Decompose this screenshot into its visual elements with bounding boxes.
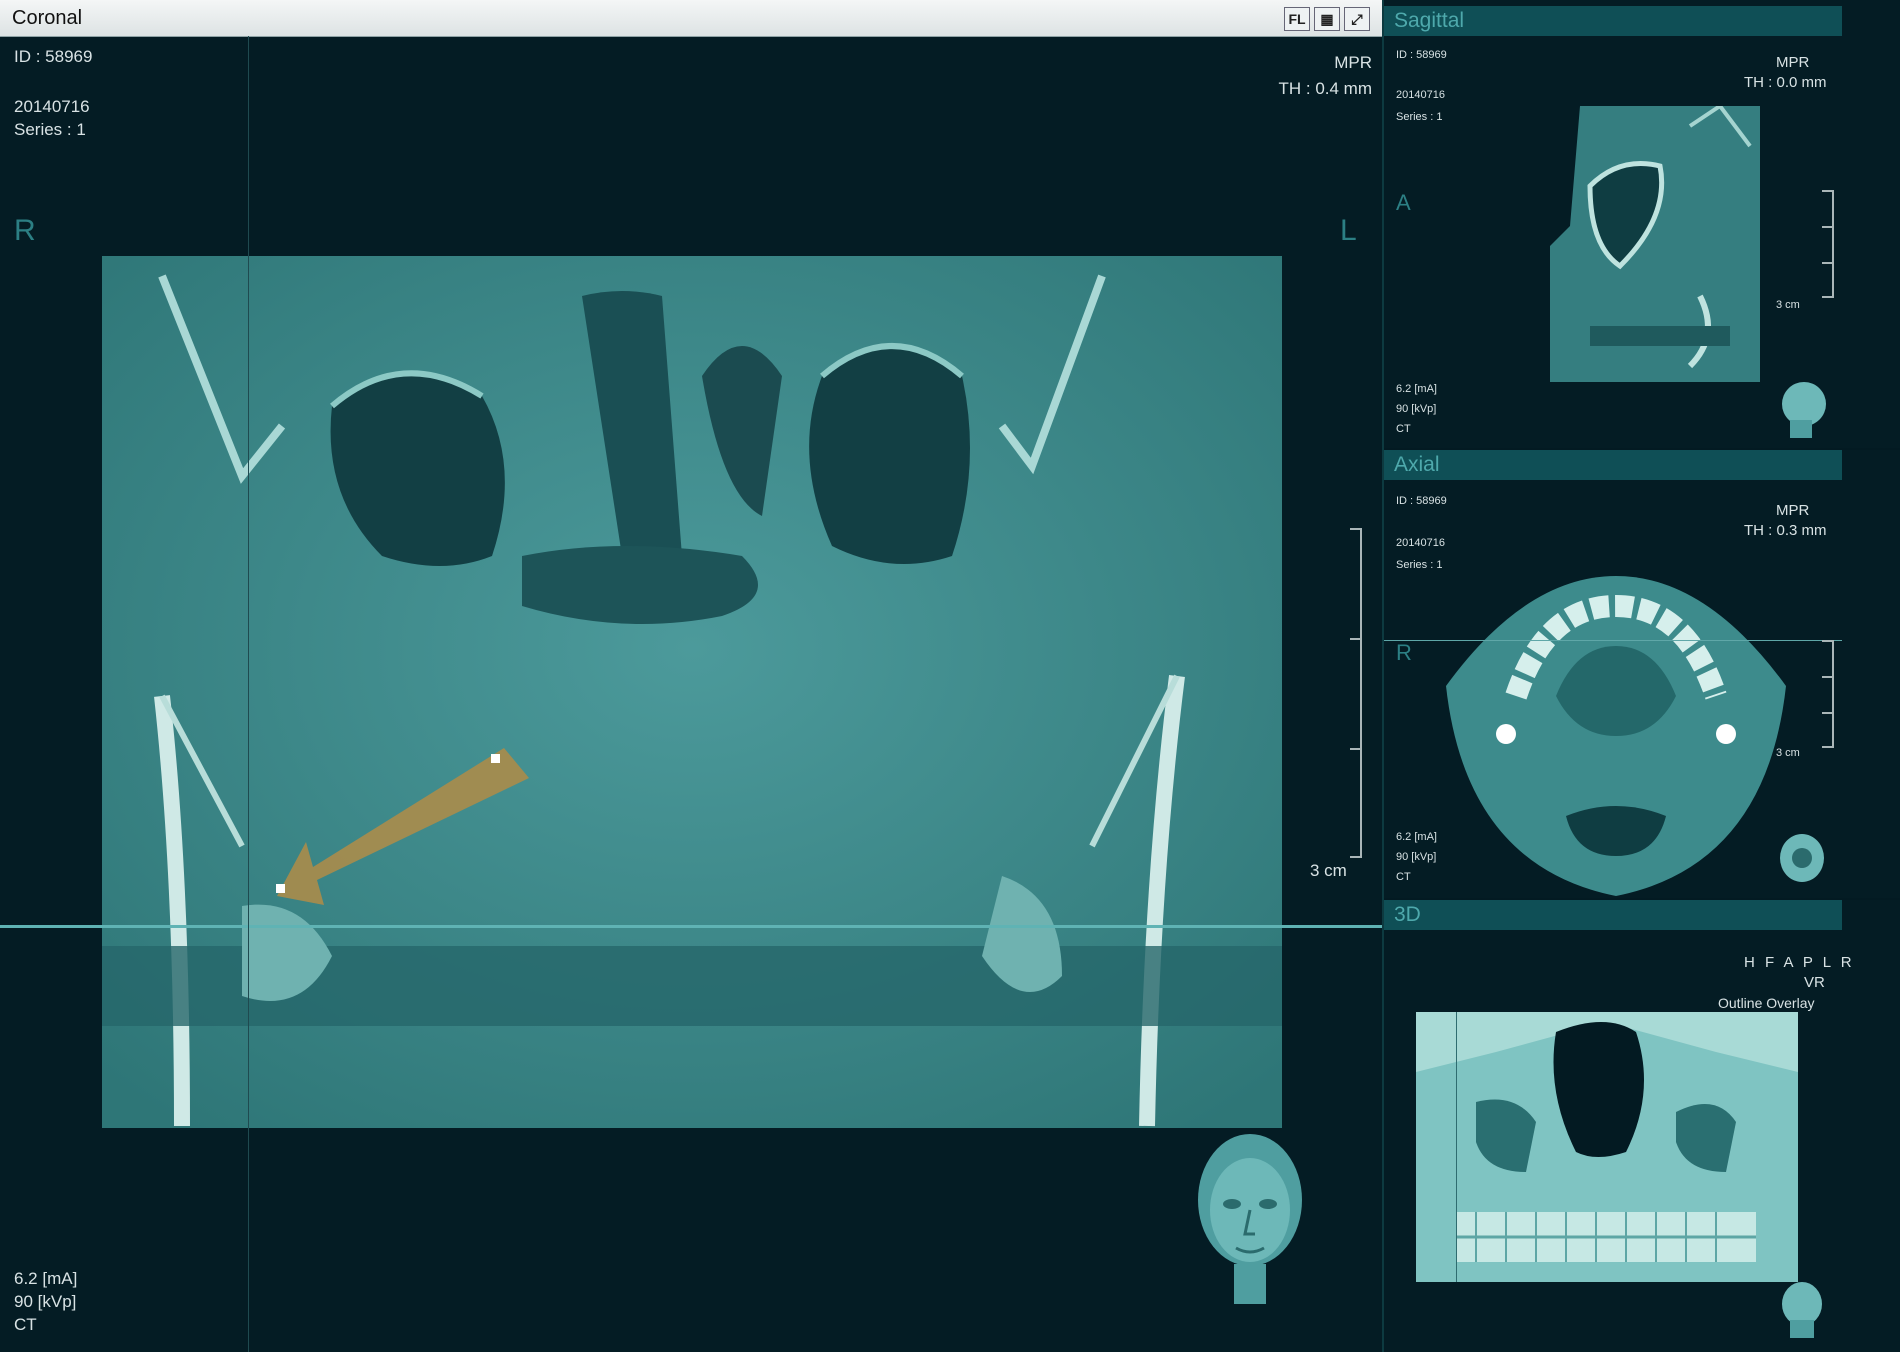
sagittal-modality: CT <box>1396 422 1411 436</box>
3d-skull-render[interactable] <box>1416 1012 1798 1282</box>
sagittal-mode: MPR <box>1776 52 1809 74</box>
view-mode: MPR <box>1334 52 1372 74</box>
sagittal-tube-voltage: 90 [kVp] <box>1396 402 1436 416</box>
axial-title: Axial <box>1394 453 1440 477</box>
sagittal-thickness: TH : 0.0 mm <box>1744 72 1827 94</box>
axial-tube-voltage: 90 [kVp] <box>1396 850 1436 864</box>
sagittal-tube-current: 6.2 [mA] <box>1396 382 1437 396</box>
coronal-viewport[interactable]: Coronal FL ▦ ⤢ ID : 58969 20140716 Serie… <box>0 0 1382 1352</box>
axial-ct-image[interactable] <box>1406 566 1826 898</box>
3d-orientation-labels: H F A P L R <box>1744 952 1855 974</box>
axial-header: Axial <box>1384 450 1842 480</box>
sagittal-scale-label: 3 cm <box>1776 298 1800 312</box>
sagittal-ct-image[interactable] <box>1550 106 1760 382</box>
axial-viewport[interactable]: Axial ID : 58969 20140716 Series : 1 MPR… <box>1384 450 1900 898</box>
head-orientation-icon[interactable] <box>1190 1130 1310 1310</box>
axial-reference-line[interactable] <box>0 925 1382 928</box>
series-label: Series : 1 <box>14 119 86 141</box>
3d-overlay-label: Outline Overlay <box>1718 992 1814 1014</box>
sagittal-header: Sagittal <box>1384 6 1842 36</box>
coronal-ct-render <box>102 256 1282 1128</box>
tube-current: 6.2 [mA] <box>14 1268 77 1290</box>
sagittal-ct-render <box>1550 106 1760 382</box>
sagittal-reference-line[interactable] <box>248 36 249 1352</box>
3d-head-icon[interactable] <box>1776 1280 1828 1340</box>
right-orientation-marker: R <box>14 214 36 248</box>
sagittal-title: Sagittal <box>1394 9 1464 33</box>
maximize-icon[interactable]: ⤢ <box>1344 7 1370 31</box>
axial-patient-id: ID : 58969 <box>1396 494 1447 508</box>
layout-grid-icon[interactable]: ▦ <box>1314 7 1340 31</box>
axial-thickness: TH : 0.3 mm <box>1744 520 1827 542</box>
axial-modality: CT <box>1396 870 1411 884</box>
sagittal-patient-id: ID : 58969 <box>1396 48 1447 62</box>
axial-date: 20140716 <box>1396 536 1445 550</box>
flip-button[interactable]: FL <box>1284 7 1310 31</box>
sagittal-series: Series : 1 <box>1396 110 1442 124</box>
sagittal-date: 20140716 <box>1396 88 1445 102</box>
sagittal-orientation-marker: A <box>1396 190 1411 216</box>
left-orientation-marker: L <box>1340 214 1357 248</box>
coronal-ct-image[interactable] <box>102 256 1282 1128</box>
3d-render-mode: VR <box>1804 972 1825 994</box>
sagittal-head-icon[interactable] <box>1776 380 1828 440</box>
patient-id: ID : 58969 <box>14 46 92 68</box>
axial-mode: MPR <box>1776 500 1809 522</box>
axial-scale-bar <box>1820 640 1834 748</box>
axial-tube-current: 6.2 [mA] <box>1396 830 1437 844</box>
3d-viewport[interactable]: 3D H F A P L R VR Outline Overlay <box>1384 900 1900 1352</box>
axial-scale-label: 3 cm <box>1776 746 1800 760</box>
slice-thickness: TH : 0.4 mm <box>1278 78 1372 100</box>
3d-header: 3D <box>1384 900 1842 930</box>
scale-label: 3 cm <box>1310 860 1347 882</box>
3d-title: 3D <box>1394 903 1421 927</box>
study-date: 20140716 <box>14 96 90 118</box>
modality-label: CT <box>14 1314 37 1336</box>
scale-bar <box>1340 528 1362 858</box>
coronal-title: Coronal <box>12 7 82 30</box>
3d-reference-line[interactable] <box>1456 1012 1457 1282</box>
sagittal-viewport[interactable]: Sagittal ID : 58969 20140716 Series : 1 … <box>1384 0 1900 448</box>
axial-reference-line[interactable] <box>1384 640 1842 641</box>
coronal-title-bar: Coronal FL ▦ ⤢ <box>0 0 1382 37</box>
tube-voltage: 90 [kVp] <box>14 1291 76 1313</box>
sagittal-scale-bar <box>1820 190 1834 298</box>
axial-head-icon[interactable] <box>1776 830 1828 890</box>
